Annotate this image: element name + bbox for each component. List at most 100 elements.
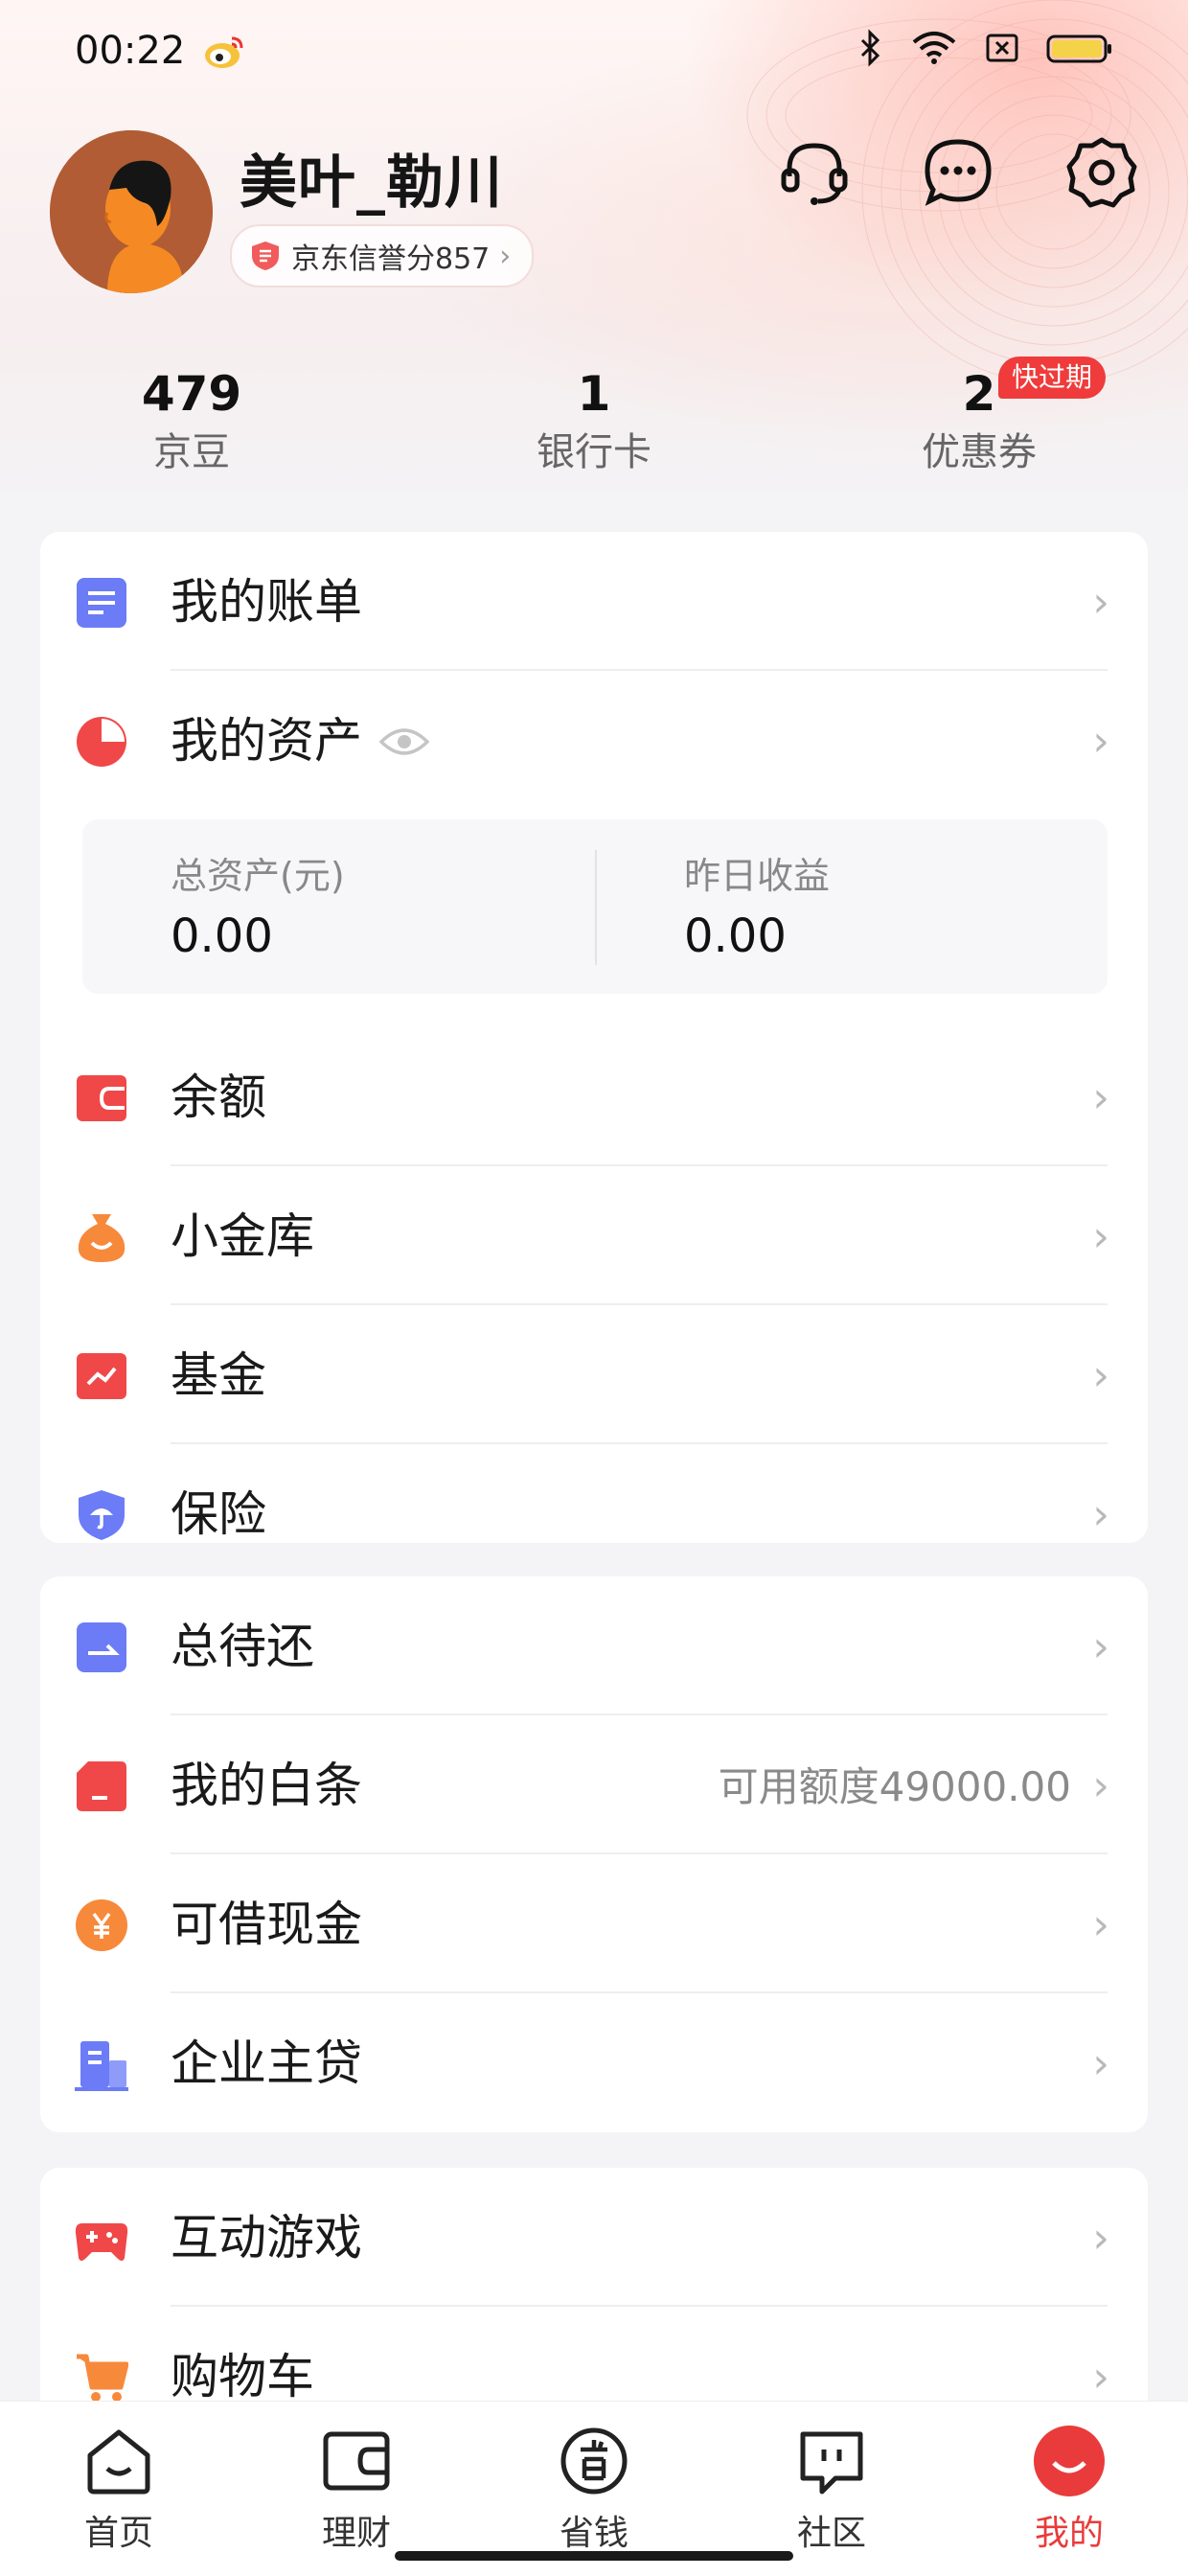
chevron-right-icon: › — [1092, 717, 1109, 766]
stat-jingdou[interactable]: 479 京豆 — [48, 362, 335, 479]
card-icon — [77, 1761, 126, 1811]
status-time: 00:22 — [75, 29, 186, 73]
menu-item-label: 互动游戏 — [171, 2210, 362, 2266]
menu-item-label: 购物车 — [171, 2349, 314, 2404]
home-icon — [87, 2429, 150, 2495]
shield-umbrella-icon — [79, 1490, 125, 1540]
trend-chart-icon — [77, 1353, 126, 1399]
stat-bank-card[interactable]: 1 银行卡 — [450, 362, 738, 479]
building-icon — [75, 2041, 128, 2091]
wifi-icon — [912, 32, 956, 64]
tab-label: 理财 — [321, 2514, 391, 2553]
tab-community[interactable]: 社区 — [765, 2423, 899, 2555]
credit-score-text: 京东信誉分857 — [291, 242, 491, 276]
tab-label: 社区 — [796, 2514, 866, 2553]
expiring-badge: 快过期 — [998, 356, 1107, 399]
avatar[interactable] — [50, 130, 213, 293]
menu-item-label: 保险 — [171, 1486, 266, 1542]
yuan-coin-icon — [76, 1899, 127, 1951]
tab-mine[interactable]: 我的 — [1002, 2423, 1136, 2555]
gamepad-icon — [75, 2223, 128, 2261]
profile-tab-icon — [1034, 2426, 1105, 2496]
total-assets: 总资产(元) 0.00 — [171, 852, 345, 967]
menu-item-business-loan[interactable]: 企业主贷 › — [40, 1993, 1148, 2132]
message-icon[interactable] — [920, 134, 996, 211]
tab-label: 省钱 — [559, 2514, 628, 2553]
menu-item-total-repay[interactable]: 总待还 › — [40, 1576, 1148, 1715]
chevron-right-icon: › — [1092, 1490, 1109, 1539]
menu-item-xiaojinku[interactable]: 小金库 › — [40, 1166, 1148, 1305]
stat-label: 银行卡 — [537, 430, 651, 474]
avatar-illustration — [50, 130, 213, 293]
wallet-icon — [77, 1075, 126, 1121]
menu-item-label: 我的白条 — [171, 1758, 362, 1813]
menu-item-balance[interactable]: 余额 › — [40, 1027, 1148, 1166]
money-bag-icon — [78, 1214, 126, 1262]
eye-toggle-icon[interactable] — [379, 723, 429, 761]
bottom-tab-bar: 首页 理财 省钱 社区 我的 — [0, 2401, 1188, 2576]
coupon-tab-icon — [560, 2427, 628, 2495]
credit-card-section: 总待还 › 我的白条 可用额度49000.00 › 可借现金 › 企业主贷 › — [40, 1576, 1148, 2132]
customer-service-icon[interactable] — [776, 134, 853, 211]
chevron-right-icon: › — [1092, 1212, 1109, 1261]
bluetooth-icon — [860, 29, 880, 67]
chevron-right-icon: › — [1092, 578, 1109, 627]
credit-shield-icon — [252, 242, 279, 270]
home-indicator — [395, 2551, 793, 2561]
yesterday-income-value: 0.00 — [684, 909, 787, 963]
chevron-right-icon: › — [1092, 1900, 1109, 1949]
asset-summary: 总资产(元) 0.00 昨日收益 0.00 — [82, 819, 1108, 994]
chevron-right-icon: › — [499, 239, 512, 273]
tab-label: 我的 — [1034, 2514, 1104, 2553]
stat-coupon[interactable]: 2 优惠券 快过期 — [835, 356, 1123, 479]
stat-label: 京豆 — [153, 430, 230, 474]
menu-item-label: 可借现金 — [171, 1897, 362, 1952]
menu-item-fund[interactable]: 基金 › — [40, 1305, 1148, 1444]
menu-item-borrow-cash[interactable]: 可借现金 › — [40, 1854, 1148, 1993]
wallet-tab-icon — [323, 2431, 390, 2491]
tab-label: 首页 — [83, 2514, 153, 2553]
total-assets-label: 总资产(元) — [171, 855, 345, 897]
menu-item-my-assets[interactable]: 我的资产 › — [40, 671, 1148, 810]
bill-icon — [77, 578, 126, 628]
status-icons — [857, 29, 1113, 67]
menu-item-insurance[interactable]: 保险 › — [40, 1444, 1148, 1543]
asset-divider — [595, 850, 597, 965]
repay-icon — [77, 1622, 126, 1672]
weibo-icon — [205, 36, 243, 68]
tab-save-money[interactable]: 省钱 — [527, 2423, 661, 2555]
tab-home[interactable]: 首页 — [52, 2423, 186, 2555]
assets-card: 我的账单 › 我的资产 › 总资产(元) 0.00 昨日收益 0.00 余额 ›… — [40, 532, 1148, 1543]
menu-item-label: 我的账单 — [171, 574, 362, 630]
settings-gear-icon[interactable] — [1063, 134, 1140, 211]
menu-item-label: 我的资产 — [171, 713, 362, 769]
yesterday-income: 昨日收益 0.00 — [684, 852, 830, 967]
stats-row: 479 京豆 1 银行卡 2 优惠券 快过期 — [0, 356, 1188, 496]
tab-finance[interactable]: 理财 — [289, 2423, 423, 2555]
sim-x-icon — [986, 34, 1018, 62]
stat-value: 479 — [141, 366, 242, 422]
chat-tab-icon — [800, 2431, 863, 2495]
pie-chart-icon — [77, 717, 126, 767]
shopping-cart-icon — [77, 2354, 128, 2402]
available-credit: 可用额度49000.00 — [718, 1763, 1071, 1810]
menu-item-baitiao[interactable]: 我的白条 可用额度49000.00 › — [40, 1715, 1148, 1854]
menu-item-bill[interactable]: 我的账单 › — [40, 532, 1148, 671]
stat-label: 优惠券 — [922, 430, 1037, 474]
chevron-right-icon: › — [1092, 1761, 1109, 1810]
yesterday-income-label: 昨日收益 — [684, 855, 831, 897]
chevron-right-icon: › — [1092, 2353, 1109, 2402]
chevron-right-icon: › — [1092, 1073, 1109, 1122]
menu-item-label: 小金库 — [171, 1208, 314, 1264]
menu-item-label: 企业主贷 — [171, 2036, 362, 2091]
header-actions — [776, 134, 1140, 211]
chevron-right-icon: › — [1092, 2214, 1109, 2263]
menu-item-games[interactable]: 互动游戏 › — [40, 2168, 1148, 2307]
chevron-right-icon: › — [1092, 1351, 1109, 1400]
stat-value: 1 — [577, 366, 611, 422]
chevron-right-icon: › — [1092, 2039, 1109, 2088]
status-bar: 00:22 — [0, 0, 1188, 105]
chevron-right-icon: › — [1092, 1622, 1109, 1671]
menu-item-label: 总待还 — [171, 1619, 314, 1674]
credit-score-badge[interactable]: 京东信誉分857 › — [230, 224, 535, 288]
